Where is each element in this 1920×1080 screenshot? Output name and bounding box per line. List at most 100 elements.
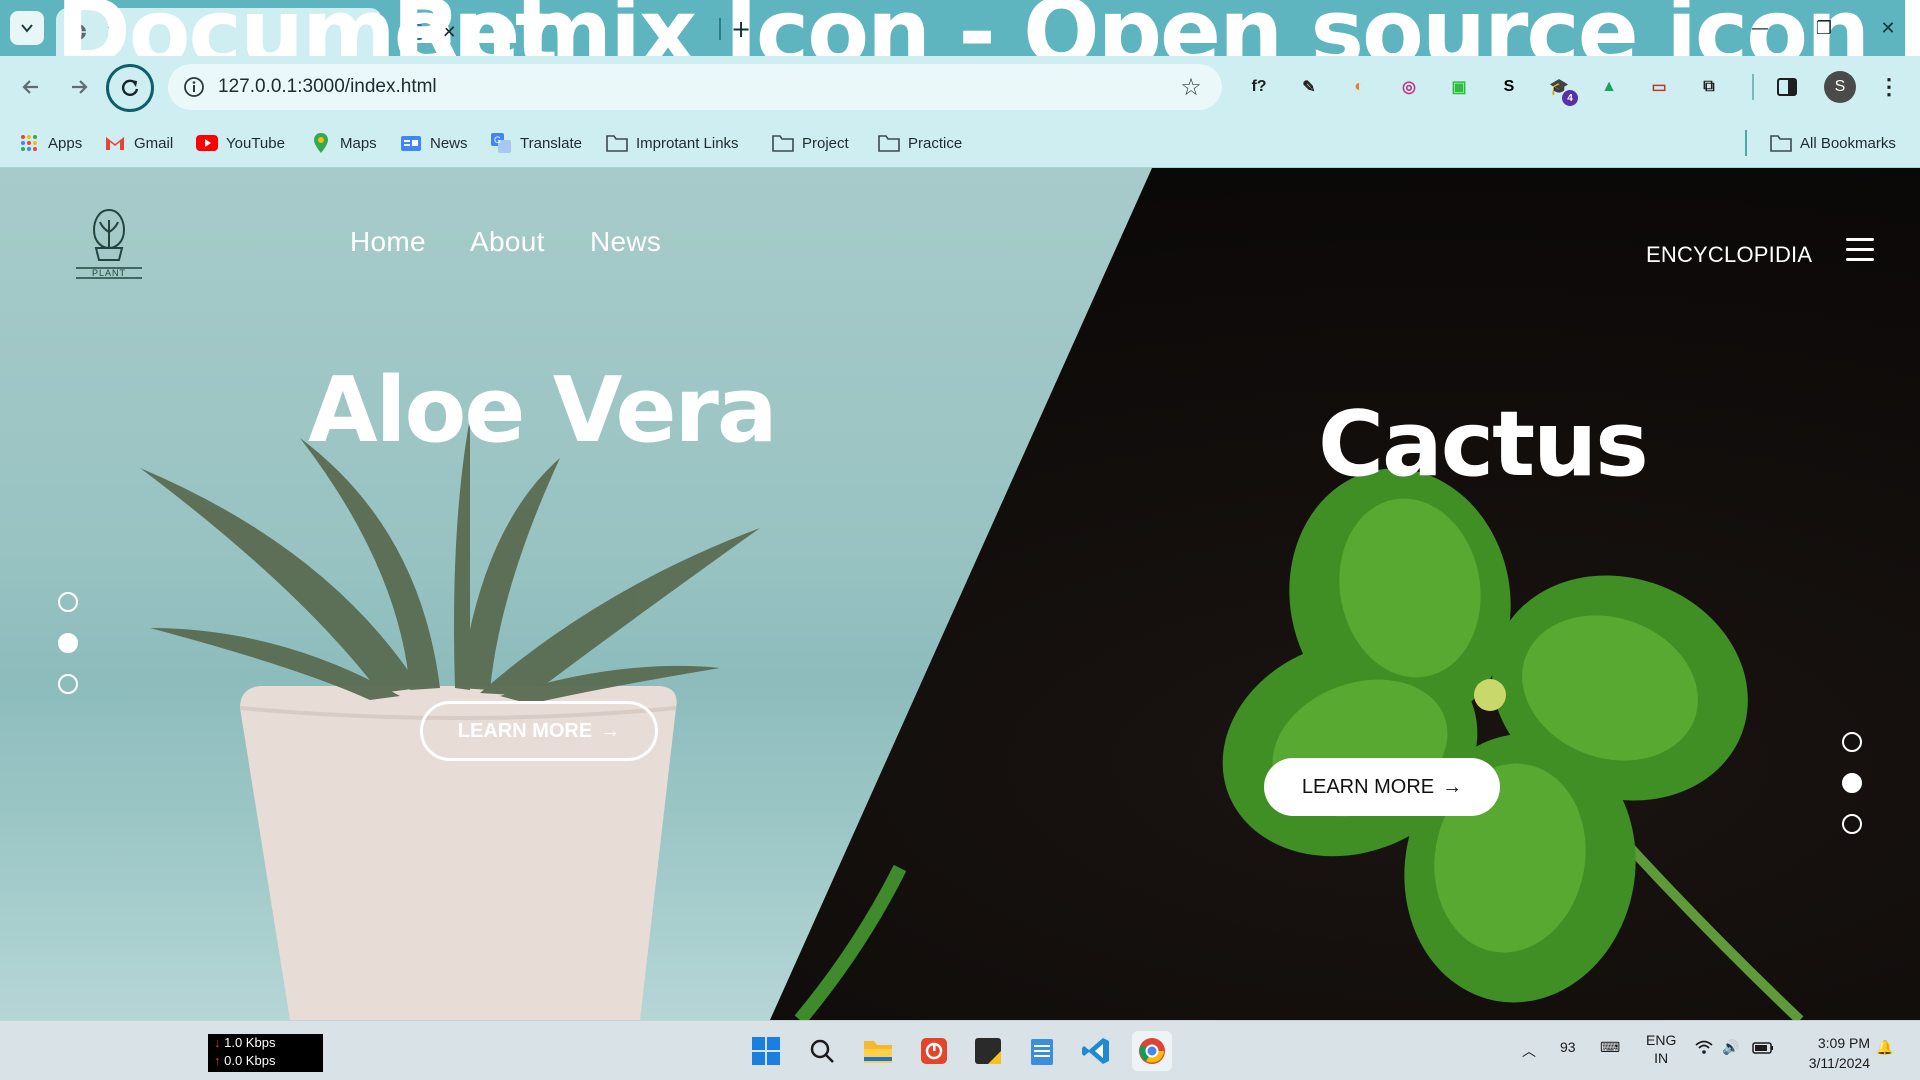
bookmark-folder-project[interactable]: Project bbox=[772, 130, 849, 156]
url-text[interactable]: 127.0.0.1:3000/index.html bbox=[218, 76, 1174, 98]
bookmark-label: Translate bbox=[520, 134, 582, 152]
screen: Document ✕ Remix Icon - Open source icon… bbox=[0, 0, 1920, 1080]
battery-icon[interactable] bbox=[1752, 1041, 1774, 1057]
bookmarks-bar: Apps Gmail YouTube Maps News G Translate… bbox=[0, 118, 1920, 168]
notepad-icon[interactable] bbox=[1022, 1031, 1062, 1071]
folder-icon bbox=[1770, 132, 1792, 154]
bookmark-label: Project bbox=[802, 134, 849, 152]
slider-dot-left-2[interactable] bbox=[58, 633, 78, 653]
plant-logo-icon: PLANT bbox=[76, 208, 142, 279]
learn-more-cactus-button[interactable]: LEARN MORE → bbox=[1264, 758, 1500, 816]
region-text: IN bbox=[1654, 1050, 1669, 1066]
slider-dot-left-3[interactable] bbox=[58, 674, 78, 694]
bookmark-folder-practice[interactable]: Practice bbox=[878, 130, 962, 156]
search-icon[interactable] bbox=[802, 1031, 842, 1071]
cactus-title: Cactus bbox=[1318, 392, 1649, 497]
keyboard-icon[interactable]: ⌨ bbox=[1600, 1039, 1620, 1056]
folder-icon bbox=[878, 132, 900, 154]
graduation-extension-icon[interactable]: 🎓 4 bbox=[1544, 72, 1578, 106]
bookmark-label: Gmail bbox=[134, 134, 174, 152]
maps-icon bbox=[310, 132, 332, 154]
hamburger-menu-icon[interactable] bbox=[1846, 238, 1874, 262]
windows-start-icon[interactable] bbox=[746, 1031, 786, 1071]
bookmark-maps[interactable]: Maps bbox=[310, 130, 377, 156]
back-button[interactable] bbox=[12, 68, 50, 106]
slider-dot-right-1[interactable] bbox=[1842, 732, 1862, 752]
site-info-icon[interactable] bbox=[180, 73, 208, 101]
bookmark-label: Practice bbox=[908, 134, 963, 152]
bookmark-apps[interactable]: Apps bbox=[18, 130, 82, 156]
clock-time: 3:09 PM bbox=[1817, 1035, 1870, 1051]
reload-button[interactable] bbox=[106, 64, 154, 112]
eyedropper-extension-icon[interactable]: ✎ bbox=[1294, 72, 1324, 102]
screen-extension-icon[interactable]: ▭ bbox=[1644, 72, 1674, 102]
new-tab-button[interactable]: + bbox=[726, 14, 756, 44]
forward-button[interactable] bbox=[60, 68, 98, 106]
close-window-button[interactable]: ✕ bbox=[1866, 8, 1910, 48]
tab-remix-icon[interactable]: Remix Icon - Open source icon libr ✕ bbox=[392, 0, 1920, 85]
encyclopedia-link[interactable]: ENCYCLOPIDIA bbox=[1646, 242, 1812, 268]
volume-icon[interactable]: 🔊 bbox=[1722, 1039, 1739, 1056]
reload-icon bbox=[121, 79, 139, 96]
learn-more-aloe-button[interactable]: LEARN MORE → bbox=[420, 701, 658, 761]
profile-avatar[interactable]: S bbox=[1824, 71, 1856, 103]
toolbar-separator bbox=[1752, 74, 1754, 100]
bookmark-youtube[interactable]: YouTube bbox=[196, 130, 285, 156]
chevron-up-icon[interactable]: ︿ bbox=[1522, 1041, 1536, 1061]
arrow-right-icon bbox=[72, 80, 88, 94]
tab-document[interactable]: Document ✕ bbox=[56, 0, 556, 85]
wifi-icon[interactable] bbox=[1694, 1039, 1714, 1058]
green-extension-icon[interactable]: ▣ bbox=[1444, 72, 1474, 102]
net-speed-meter: ↓ 1.0 Kbps ↑ 0.0 Kbps bbox=[208, 1034, 323, 1072]
slider-dot-right-3[interactable] bbox=[1842, 814, 1862, 834]
instagram-extension-icon[interactable]: ◎ bbox=[1394, 72, 1424, 102]
language-indicator[interactable]: ENG IN bbox=[1646, 1031, 1676, 1067]
extension-badge: 4 bbox=[1562, 90, 1578, 106]
bookmark-news[interactable]: News bbox=[400, 130, 468, 156]
slider-dot-left-1[interactable] bbox=[58, 592, 78, 612]
nav-link-home[interactable]: Home bbox=[350, 226, 426, 258]
puzzle-extensions-icon[interactable]: ⧉ bbox=[1694, 72, 1724, 102]
clock-date: 3/11/2024 bbox=[1808, 1055, 1870, 1071]
bookmark-label: Maps bbox=[340, 134, 377, 152]
minimize-button[interactable]: — bbox=[1738, 8, 1782, 48]
address-bar[interactable]: 127.0.0.1:3000/index.html ☆ bbox=[168, 64, 1222, 110]
svg-text:G: G bbox=[494, 135, 501, 145]
logo-text: PLANT bbox=[92, 268, 126, 278]
net-down-text: 1.0 Kbps bbox=[224, 1035, 276, 1050]
browser-toolbar: 127.0.0.1:3000/index.html ☆ f? ✎ ◐ ◎ ▣ S 🎓 4 ▲ ▭ ⧉… bbox=[0, 56, 1920, 118]
bookmark-label: News bbox=[430, 134, 468, 152]
formula-extension-icon[interactable]: f? bbox=[1244, 72, 1274, 102]
chrome-icon[interactable] bbox=[1132, 1031, 1172, 1071]
menu-dots-icon[interactable]: ⋮ bbox=[1874, 72, 1904, 102]
notification-bell-icon[interactable]: 🔔 bbox=[1876, 1039, 1893, 1056]
side-panel-icon[interactable] bbox=[1772, 72, 1802, 102]
tab-search-button[interactable] bbox=[10, 11, 44, 45]
all-bookmarks[interactable]: All Bookmarks bbox=[1770, 130, 1896, 156]
nav-link-news[interactable]: News bbox=[590, 226, 661, 258]
slider-dot-right-2[interactable] bbox=[1842, 773, 1862, 793]
news-icon bbox=[400, 132, 422, 154]
file-explorer-icon[interactable] bbox=[858, 1031, 898, 1071]
aloe-vera-title: Aloe Vera bbox=[308, 358, 778, 463]
button-label: LEARN MORE bbox=[457, 719, 593, 742]
bookmark-gmail[interactable]: Gmail bbox=[104, 130, 173, 156]
folder-icon bbox=[606, 132, 628, 154]
nav-link-about[interactable]: About bbox=[470, 226, 545, 258]
bookmark-star-icon[interactable]: ☆ bbox=[1174, 70, 1208, 104]
app-red-icon[interactable] bbox=[914, 1031, 954, 1071]
language-text: ENG bbox=[1646, 1032, 1677, 1048]
drive-extension-icon[interactable]: ▲ bbox=[1594, 72, 1624, 102]
vscode-icon[interactable] bbox=[1076, 1031, 1116, 1071]
restore-button[interactable]: ❐ bbox=[1802, 8, 1846, 48]
colorful-extension-icon[interactable]: ◐ bbox=[1344, 72, 1374, 102]
arrow-right-icon: → bbox=[1442, 775, 1463, 798]
apps-grid-icon bbox=[18, 132, 40, 154]
bookmark-translate[interactable]: G Translate bbox=[490, 130, 582, 156]
bookmark-folder-improtant-links[interactable]: Improtant Links bbox=[606, 130, 739, 156]
translate-icon: G bbox=[490, 132, 512, 154]
bookmarks-separator bbox=[1745, 130, 1747, 156]
s-extension-icon[interactable]: S bbox=[1494, 72, 1524, 102]
sticky-notes-icon[interactable] bbox=[968, 1031, 1008, 1071]
system-clock[interactable]: 3:09 PM 3/11/2024 bbox=[1790, 1033, 1870, 1073]
